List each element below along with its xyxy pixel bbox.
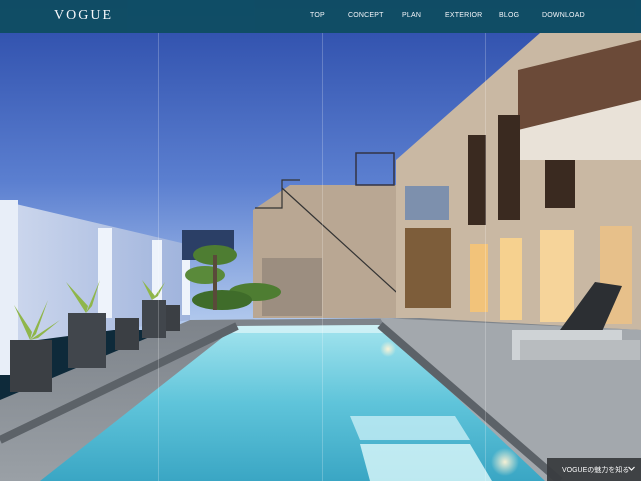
nav-item-exterior[interactable]: EXTERIOR [445, 12, 482, 19]
nav-item-top[interactable]: TOP [310, 12, 325, 19]
nav-item-download[interactable]: DOWNLOAD [542, 12, 585, 19]
nav-item-plan[interactable]: PLAN [402, 12, 421, 19]
column-guide-line [158, 33, 159, 481]
nav-item-blog[interactable]: BLOG [499, 12, 519, 19]
nav-item-concept[interactable]: CONCEPT [348, 12, 384, 19]
main-nav: TOP CONCEPT PLAN EXTERIOR BLOG DOWNLOAD [0, 12, 641, 24]
column-guide-line [485, 33, 486, 481]
hero-photo [0, 0, 641, 481]
column-guide-line [322, 33, 323, 481]
promo-button[interactable]: VOGUEの魅力を知る [547, 458, 641, 481]
site-header: VOGUE TOP CONCEPT PLAN EXTERIOR BLOG DOW… [0, 0, 641, 33]
hero-illustration [0, 0, 641, 481]
promo-label: VOGUEの魅力を知る [562, 467, 630, 474]
chevron-down-icon [628, 466, 635, 471]
